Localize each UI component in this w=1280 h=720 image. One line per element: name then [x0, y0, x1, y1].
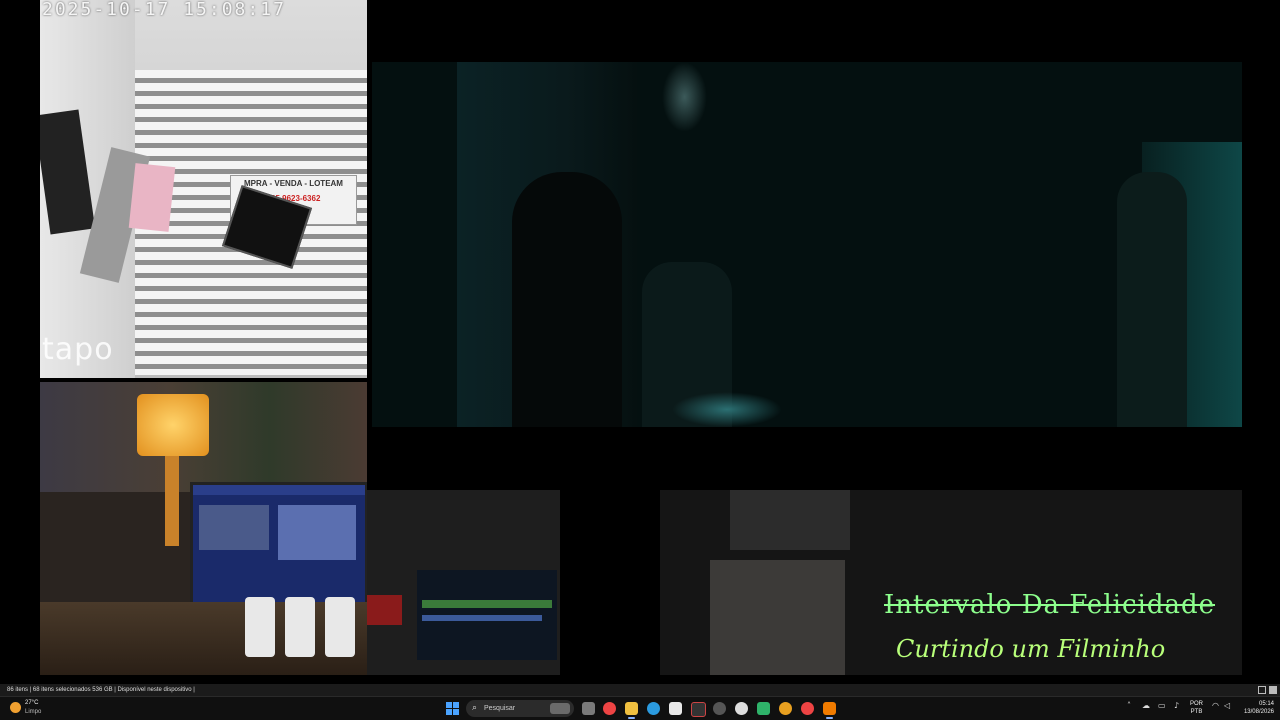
- clock-time: 05:14: [1258, 701, 1274, 707]
- details-view-icon[interactable]: [1258, 686, 1266, 694]
- status-text: 86 itens | 68 itens selecionados 536 GB …: [7, 687, 195, 693]
- mic-icon[interactable]: ♪: [1174, 701, 1179, 710]
- pc-red-object: [367, 595, 402, 625]
- camera-brand-watermark: tapo: [42, 332, 114, 367]
- windows-logo-icon: [446, 702, 452, 708]
- tiles-view-icon[interactable]: [1269, 686, 1277, 694]
- chevron-up-icon[interactable]: ˄: [1127, 701, 1131, 710]
- language-indicator[interactable]: POR PTB: [1190, 700, 1203, 716]
- pc-screen-bar: [422, 600, 552, 608]
- clock-date: 13/08/2026: [1243, 709, 1274, 715]
- security-camera-feed: MPRA - VENDA - LOTEAM 965 9623-6362 2025…: [40, 0, 367, 378]
- room-desk: [40, 602, 367, 675]
- movie-frame: [372, 62, 1242, 427]
- movie-figure: [512, 172, 622, 427]
- cloud-icon[interactable]: ☁: [1142, 701, 1150, 710]
- kitchen-shelf: [730, 490, 850, 550]
- room-bottle: [285, 597, 315, 657]
- search-placeholder: Pesquisar: [484, 705, 516, 712]
- start-button[interactable]: [446, 702, 459, 715]
- monitor-video: [278, 505, 356, 560]
- explorer-status-bar: 86 itens | 68 itens selecionados 536 GB …: [0, 684, 1280, 696]
- taskbar: 27°C Limpo ⌕ Pesquisar ˄ ☁ ▭ ♪ POR PTB ◠…: [0, 696, 1280, 720]
- weather-temp: 27°C: [25, 700, 39, 706]
- wifi-icon[interactable]: ◠: [1212, 701, 1219, 710]
- chrome-icon[interactable]: [801, 702, 814, 715]
- chrome-icon[interactable]: [603, 702, 616, 715]
- overlay-title: Intervalo Da Felicidade: [884, 590, 1216, 620]
- task-view-icon[interactable]: [582, 702, 595, 715]
- room-bottle: [245, 597, 275, 657]
- camera-object: [128, 163, 176, 232]
- volume-icon[interactable]: ◁: [1224, 701, 1230, 710]
- language-top: POR: [1190, 701, 1204, 707]
- room-monitor: [190, 482, 367, 608]
- overlay-subtitle: Curtindo um Filminho: [896, 635, 1166, 663]
- search-highlight-icon: [550, 703, 570, 714]
- language-bottom: PTB: [1190, 709, 1203, 715]
- app-icon[interactable]: [735, 702, 748, 715]
- monitor-video: [199, 505, 269, 550]
- room-camera-feed: [40, 382, 367, 675]
- kitchen-counter: [710, 560, 845, 675]
- app-icon[interactable]: [757, 702, 770, 715]
- pc-screen-bar: [422, 615, 542, 621]
- file-explorer-icon[interactable]: [625, 702, 638, 719]
- movie-light: [662, 62, 707, 132]
- movie-floor-light: [672, 392, 782, 427]
- folder-icon[interactable]: ▭: [1158, 701, 1166, 710]
- monitor-toolbar: [193, 485, 365, 495]
- kitchen-camera-feed: Intervalo Da Felicidade Curtindo um Film…: [660, 490, 1242, 675]
- pc-camera-feed: [367, 490, 560, 675]
- room-bottle: [325, 597, 355, 657]
- camera-timestamp: 2025-10-17 15:08:17: [42, 0, 286, 20]
- weather-icon: [10, 702, 21, 713]
- chrome-icon[interactable]: [779, 702, 792, 715]
- clock[interactable]: 05:14 13/08/2026: [1238, 700, 1274, 716]
- search-icon: ⌕: [472, 703, 478, 713]
- camera-sign-line1: MPRA - VENDA - LOTEAM: [244, 179, 343, 188]
- room-lamp-stand: [165, 456, 179, 546]
- taskbar-search[interactable]: ⌕ Pesquisar: [466, 700, 574, 717]
- store-icon[interactable]: [669, 702, 682, 715]
- app-icon[interactable]: [713, 702, 726, 715]
- weather-desc: Limpo: [25, 709, 42, 715]
- movie-figure: [1117, 172, 1187, 427]
- edge-icon[interactable]: [647, 702, 660, 715]
- vlc-icon[interactable]: [823, 702, 836, 719]
- room-lamp: [137, 394, 209, 456]
- app-icon[interactable]: [691, 702, 706, 717]
